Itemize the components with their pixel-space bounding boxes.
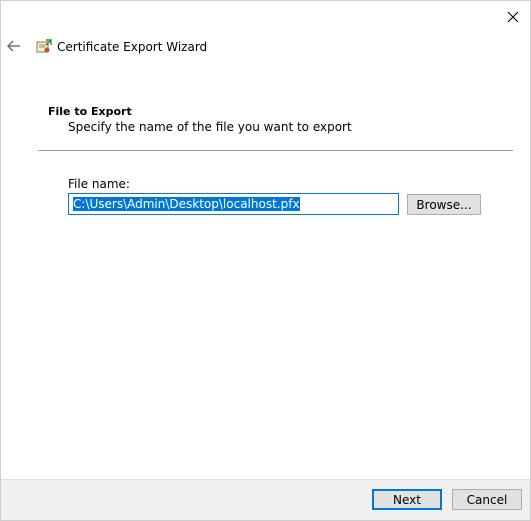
back-arrow-icon <box>7 40 20 52</box>
next-button[interactable]: Next <box>372 489 442 510</box>
close-button[interactable] <box>502 7 524 27</box>
section-heading: File to Export <box>48 105 132 118</box>
wizard-title: Certificate Export Wizard <box>57 40 208 54</box>
section-description: Specify the name of the file you want to… <box>68 120 352 134</box>
certificate-export-wizard-window: Certificate Export Wizard File to Export… <box>0 0 531 521</box>
file-name-input[interactable]: C:\Users\Admin\Desktop\localhost.pfx <box>68 193 399 215</box>
file-name-value: C:\Users\Admin\Desktop\localhost.pfx <box>73 197 300 211</box>
close-icon <box>507 11 519 23</box>
browse-button[interactable]: Browse... <box>407 194 481 215</box>
file-name-label: File name: <box>68 177 130 191</box>
back-button[interactable] <box>5 37 23 55</box>
cancel-button[interactable]: Cancel <box>452 489 522 510</box>
wizard-footer: Next Cancel <box>1 479 530 520</box>
header-divider <box>38 150 513 151</box>
certificate-wizard-icon <box>36 39 52 53</box>
